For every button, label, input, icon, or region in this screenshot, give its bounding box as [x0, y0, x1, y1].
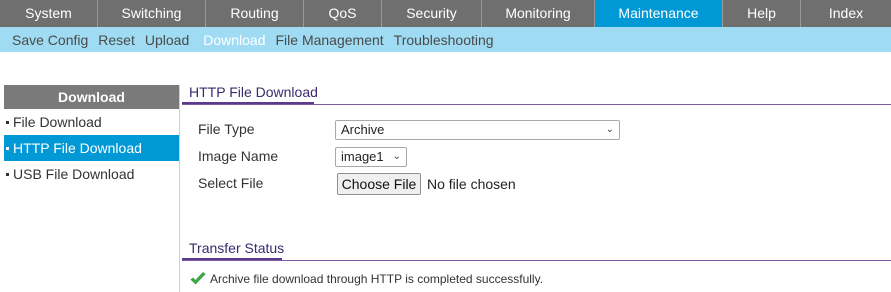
subnav-save-config[interactable]: Save Config [12, 32, 88, 48]
section-title-http-file-download: HTTP File Download [189, 84, 318, 100]
status-text: Archive file download through HTTP is co… [210, 272, 544, 286]
bullet-icon [6, 120, 9, 124]
section-divider [182, 260, 891, 261]
tab-maintenance[interactable]: Maintenance [595, 0, 723, 27]
chevron-down-icon: ⌄ [392, 151, 401, 162]
sidebar-item-http-file-download[interactable]: HTTP File Download [4, 135, 179, 161]
sidebar-item-label: File Download [13, 114, 102, 130]
bullet-icon [6, 172, 9, 176]
chevron-down-icon: ⌄ [605, 124, 614, 135]
sidebar-item-label: USB File Download [13, 166, 135, 182]
sub-nav: Save Config Reset Upload Download File M… [0, 27, 891, 52]
tab-qos[interactable]: QoS [304, 0, 382, 27]
sidebar-item-usb-file-download[interactable]: USB File Download [4, 161, 179, 187]
sidebar: Download File Download HTTP File Downloa… [4, 85, 180, 292]
tab-switching[interactable]: Switching [98, 0, 206, 27]
file-type-select[interactable]: Archive ⌄ [335, 120, 620, 140]
subnav-download[interactable]: Download [203, 32, 265, 48]
transfer-status-message: Archive file download through HTTP is co… [190, 272, 543, 286]
choose-file-button[interactable]: Choose File [337, 173, 421, 195]
sidebar-item-file-download[interactable]: File Download [4, 109, 179, 135]
tab-system[interactable]: System [0, 0, 98, 27]
no-file-chosen-text: No file chosen [427, 176, 516, 192]
image-name-value: image1 [341, 149, 384, 164]
image-name-label: Image Name [198, 148, 279, 164]
sidebar-item-label: HTTP File Download [13, 140, 142, 156]
tab-help[interactable]: Help [723, 0, 801, 27]
top-nav: System Switching Routing QoS Security Mo… [0, 0, 891, 27]
subnav-reset[interactable]: Reset [98, 32, 135, 48]
section-divider [182, 104, 891, 105]
file-type-value: Archive [341, 122, 385, 137]
tab-index[interactable]: Index [801, 0, 891, 27]
subnav-upload[interactable]: Upload [145, 32, 189, 48]
subnav-file-management[interactable]: File Management [276, 32, 384, 48]
tab-routing[interactable]: Routing [206, 0, 304, 27]
bullet-icon [6, 146, 9, 150]
checkmark-icon [190, 272, 206, 285]
file-type-label: File Type [198, 121, 255, 137]
sidebar-title: Download [4, 85, 179, 109]
tab-security[interactable]: Security [382, 0, 482, 27]
tab-monitoring[interactable]: Monitoring [482, 0, 595, 27]
section-title-transfer-status: Transfer Status [189, 240, 285, 256]
image-name-select[interactable]: image1 ⌄ [335, 147, 407, 167]
select-file-label: Select File [198, 175, 264, 191]
subnav-troubleshooting[interactable]: Troubleshooting [394, 32, 494, 48]
